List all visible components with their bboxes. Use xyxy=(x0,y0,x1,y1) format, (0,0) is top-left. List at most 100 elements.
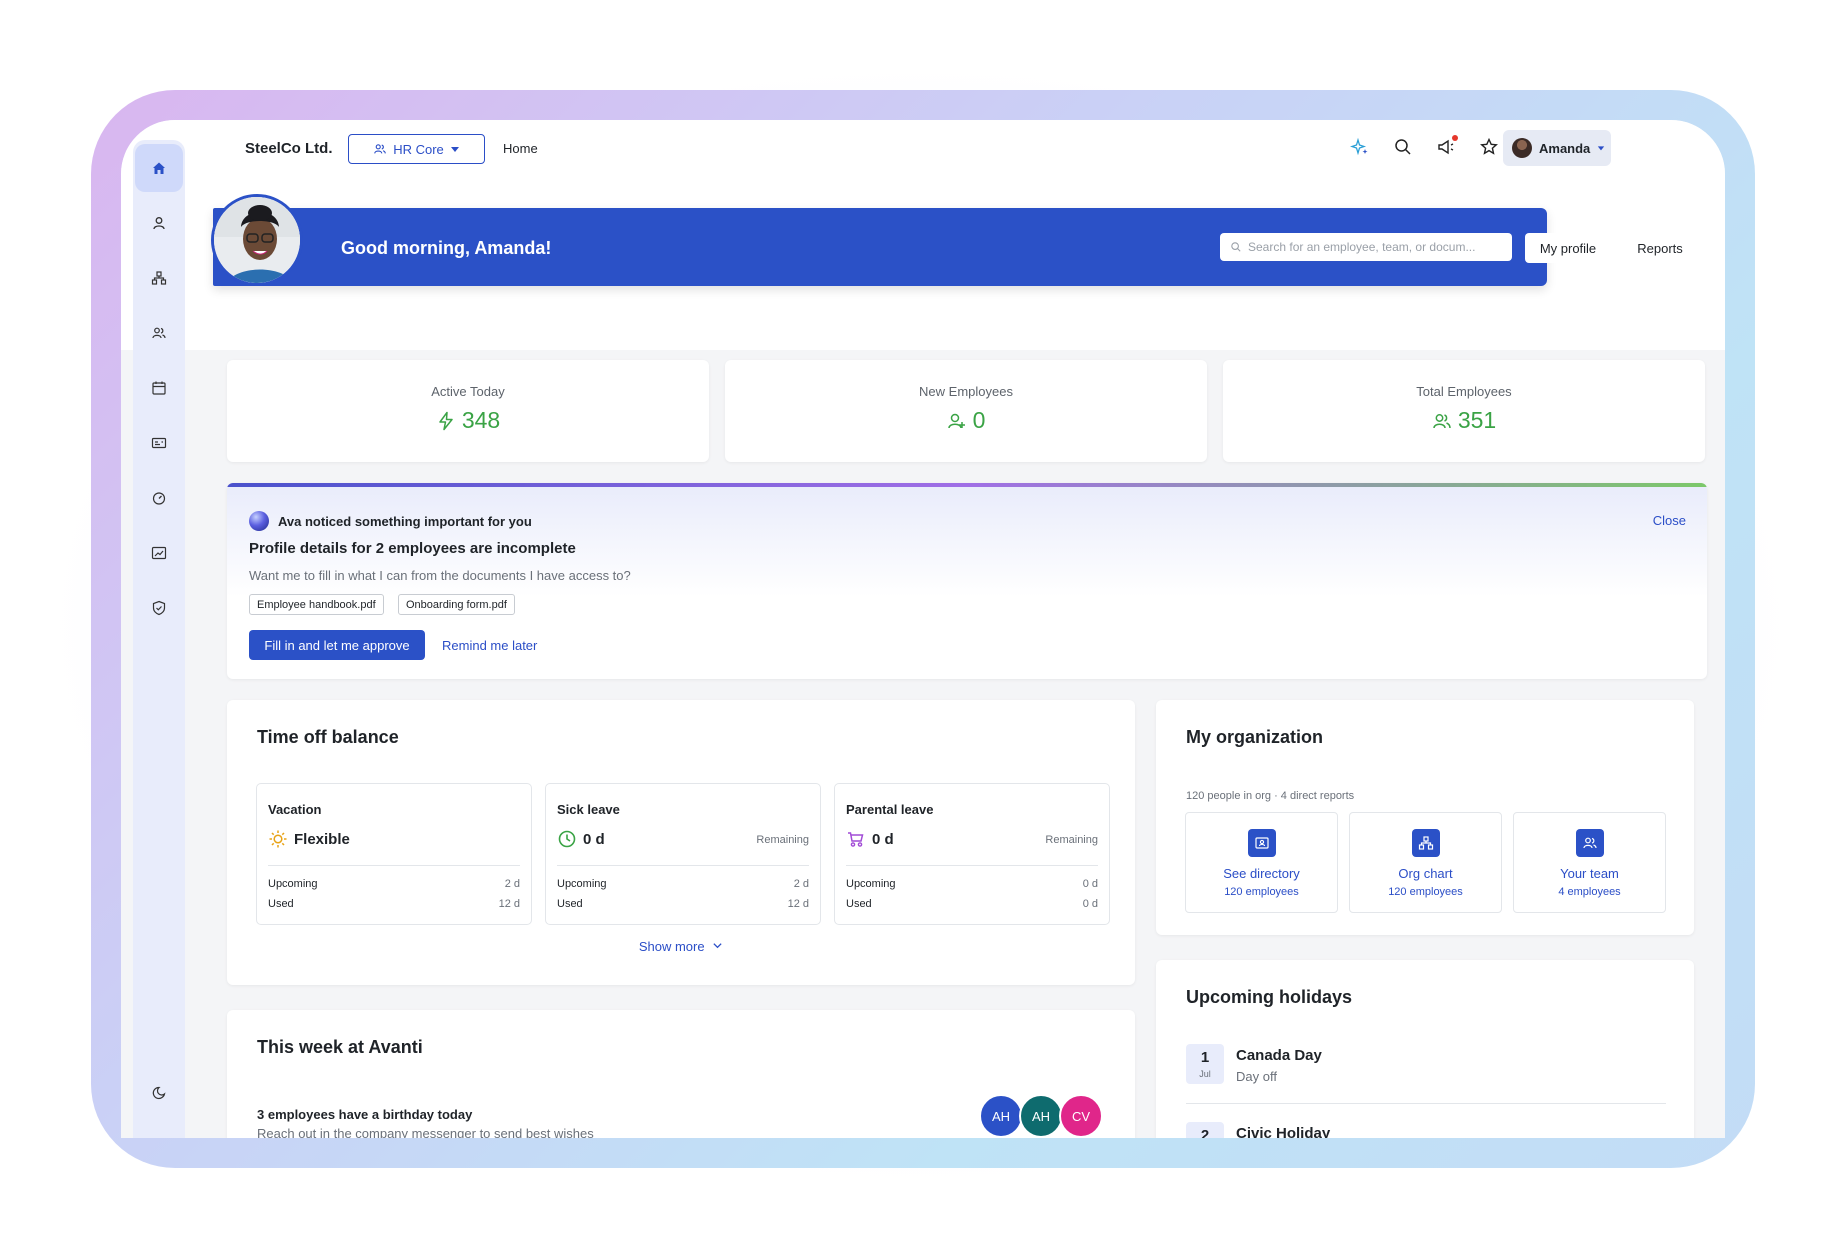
ava-subtext: Want me to fill in what I can from the d… xyxy=(249,568,631,583)
upcoming-row: Upcoming 0 d xyxy=(846,878,1098,890)
upcoming-label: Upcoming xyxy=(557,878,607,890)
remind-later-button[interactable]: Remind me later xyxy=(442,638,537,653)
leave-value-row: 0 d xyxy=(557,829,605,849)
sidebar-item-id[interactable] xyxy=(135,419,183,467)
avatar[interactable]: AH xyxy=(1019,1094,1063,1138)
date-day: 2 xyxy=(1200,1127,1210,1138)
sidebar-item-security[interactable] xyxy=(135,584,183,632)
used-label: Used xyxy=(846,898,872,910)
avatar[interactable]: AH xyxy=(979,1094,1023,1138)
upcoming-row: Upcoming 2 d xyxy=(268,878,520,890)
holiday-name: Civic Holiday xyxy=(1236,1125,1331,1138)
card-title: Time off balance xyxy=(257,727,399,747)
divider xyxy=(268,865,520,866)
leave-sick[interactable]: Sick leave 0 d Remaining Upcoming 2 d Use… xyxy=(545,783,821,925)
stat-value-row: 351 xyxy=(1223,407,1705,434)
search-button[interactable] xyxy=(1392,136,1414,158)
document-chip[interactable]: Employee handbook.pdf xyxy=(249,594,384,615)
date-badge: 1 Jul xyxy=(1186,1044,1224,1084)
sidebar-item-calendar[interactable] xyxy=(135,364,183,412)
ai-sparkle-icon xyxy=(1350,137,1368,156)
ava-heading: Profile details for 2 employees are inco… xyxy=(249,540,576,557)
announcements-button[interactable] xyxy=(1435,135,1458,158)
show-more-label: Show more xyxy=(638,939,705,954)
show-more-button[interactable]: Show more xyxy=(227,939,1135,954)
breadcrumb-home[interactable]: Home xyxy=(503,141,538,156)
greeting: Good morning, Amanda! xyxy=(341,238,552,258)
calendar-icon xyxy=(152,381,166,395)
upcoming-row: Upcoming 2 d xyxy=(557,878,809,890)
sidebar-item-analytics[interactable] xyxy=(135,529,183,577)
stat-value-row: 348 xyxy=(227,407,709,434)
leave-value: 0 d xyxy=(583,830,605,848)
card-title: My organization xyxy=(1186,727,1324,747)
close-button[interactable]: Close xyxy=(1653,513,1686,528)
your-team-tile[interactable]: Your team 4 employees xyxy=(1513,812,1666,913)
sidebar-item-people[interactable] xyxy=(135,199,183,247)
leave-value-row: 0 d xyxy=(846,829,894,849)
stat-value: 348 xyxy=(461,407,501,433)
moon-icon xyxy=(152,1086,166,1100)
upcoming-value: 2 d xyxy=(504,878,520,890)
stat-value-row: 0 xyxy=(725,407,1207,434)
dark-mode-toggle[interactable] xyxy=(135,1069,183,1117)
module-switcher[interactable]: HR Core xyxy=(348,134,485,164)
card-title: This week at Avanti xyxy=(257,1037,423,1057)
remaining-label: Remaining xyxy=(756,834,809,846)
profile-photo xyxy=(211,194,303,286)
sidebar-item-org[interactable] xyxy=(135,254,183,302)
this-week-card: This week at Avanti 3 employees have a b… xyxy=(227,1010,1135,1138)
sun-icon xyxy=(269,830,287,848)
organization-card: My organization 120 people in org · 4 di… xyxy=(1156,700,1694,935)
tile-label: Your team xyxy=(1560,866,1619,881)
card-title: Upcoming holidays xyxy=(1186,987,1353,1007)
home-icon xyxy=(153,162,165,174)
team-icon xyxy=(374,144,387,154)
document-chip[interactable]: Onboarding form.pdf xyxy=(398,594,515,615)
upcoming-label: Upcoming xyxy=(846,878,896,890)
stat-value: 0 xyxy=(972,407,986,433)
fill-in-approve-button[interactable]: Fill in and let me approve xyxy=(249,630,425,660)
date-badge: 2 xyxy=(1186,1122,1224,1138)
time-off-card: Time off balance Vacation Flexible Upcom… xyxy=(227,700,1135,985)
sidebar xyxy=(133,140,185,1138)
sidebar-item-dashboard[interactable] xyxy=(135,474,183,522)
leave-vacation[interactable]: Vacation Flexible Upcoming 2 d Used 12 d xyxy=(256,783,532,925)
birthday-subtext: Reach out in the company messenger to se… xyxy=(257,1126,594,1138)
see-directory-tile[interactable]: See directory 120 employees xyxy=(1185,812,1338,913)
reports-button[interactable]: Reports xyxy=(1621,233,1699,263)
favorites-button[interactable] xyxy=(1478,136,1500,158)
my-profile-button[interactable]: My profile xyxy=(1525,233,1611,263)
leave-name: Vacation xyxy=(268,802,322,817)
employee-search-input[interactable]: Search for an employee, team, or docum..… xyxy=(1220,233,1512,261)
person-icon xyxy=(153,217,165,230)
avatar xyxy=(1512,138,1532,158)
leave-value: Flexible xyxy=(294,830,350,848)
avatar[interactable]: CV xyxy=(1059,1094,1103,1138)
caret-down-icon xyxy=(1598,146,1605,151)
used-label: Used xyxy=(557,898,583,910)
tile-label: Org chart xyxy=(1398,866,1453,881)
search-icon xyxy=(1395,139,1411,155)
notification-dot xyxy=(1452,135,1458,141)
sidebar-item-home[interactable] xyxy=(135,144,183,192)
org-chart-tile[interactable]: Org chart 120 employees xyxy=(1349,812,1502,913)
divider xyxy=(846,865,1098,866)
user-menu[interactable]: Amanda xyxy=(1503,130,1611,166)
used-label: Used xyxy=(268,898,294,910)
tile-sub: 120 employees xyxy=(1224,886,1299,898)
upcoming-value: 0 d xyxy=(1082,878,1098,890)
used-row: Used 0 d xyxy=(846,898,1098,910)
holidays-card: Upcoming holidays 1 Jul Canada Day Day o… xyxy=(1156,960,1694,1138)
ai-assistant-button[interactable] xyxy=(1349,136,1371,158)
lightning-icon xyxy=(439,411,453,430)
sidebar-item-team[interactable] xyxy=(135,309,183,357)
org-chart-icon xyxy=(151,271,167,285)
leave-parental[interactable]: Parental leave 0 d Remaining Upcoming 0 d… xyxy=(834,783,1110,925)
stat-label: Total Employees xyxy=(1416,384,1512,399)
divider xyxy=(1186,1103,1666,1104)
stat-label: New Employees xyxy=(919,384,1013,399)
star-icon xyxy=(1480,137,1498,155)
divider xyxy=(557,865,809,866)
upcoming-value: 2 d xyxy=(793,878,809,890)
